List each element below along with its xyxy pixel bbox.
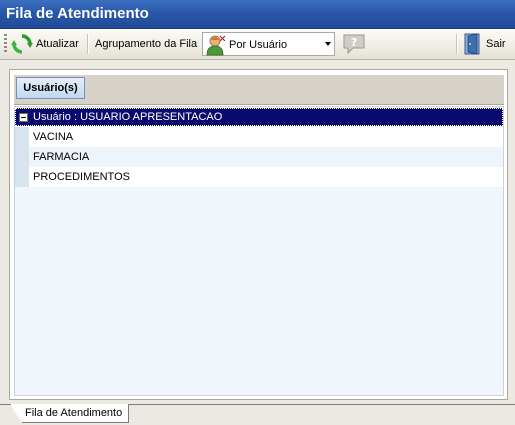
grouping-select[interactable]: Por Usuário bbox=[202, 32, 335, 56]
row-label: PROCEDIMENTOS bbox=[33, 171, 130, 183]
help-speech-bubble-icon: ? bbox=[343, 34, 365, 55]
table-row[interactable]: VACINA bbox=[15, 127, 503, 147]
collapse-icon[interactable] bbox=[19, 112, 28, 122]
row-label: FARMACIA bbox=[33, 151, 90, 163]
help-button[interactable]: ? bbox=[341, 32, 367, 56]
row-label: VACINA bbox=[33, 131, 74, 143]
content-area: Usuário(s) Usuário : USUARIO APRESENTACA… bbox=[0, 60, 515, 404]
window-title: Fila de Atendimento bbox=[6, 5, 149, 22]
window-titlebar: Fila de Atendimento bbox=[0, 0, 515, 29]
grouping-label: Agrupamento da Fila bbox=[95, 38, 198, 50]
toolbar-grip[interactable] bbox=[4, 34, 7, 54]
exit-label: Sair bbox=[486, 38, 506, 50]
group-by-area[interactable]: Usuário(s) bbox=[14, 75, 504, 105]
chevron-down-icon[interactable] bbox=[325, 42, 331, 46]
table-row[interactable]: PROCEDIMENTOS bbox=[15, 167, 503, 187]
group-by-chip-users[interactable]: Usuário(s) bbox=[16, 77, 85, 99]
group-by-chip-label: Usuário(s) bbox=[23, 82, 78, 94]
refresh-button[interactable]: Atualizar bbox=[11, 32, 79, 56]
toolbar-separator bbox=[87, 34, 89, 54]
toolbar-separator bbox=[456, 34, 458, 54]
grouping-select-value: Por Usuário bbox=[229, 39, 288, 51]
group-row-label: Usuário : USUARIO APRESENTACAO bbox=[33, 111, 223, 123]
refresh-label: Atualizar bbox=[36, 38, 79, 50]
user-person-icon bbox=[206, 35, 226, 56]
table-row[interactable]: FARMACIA bbox=[15, 147, 503, 167]
svg-text:?: ? bbox=[351, 36, 357, 49]
queue-panel: Usuário(s) Usuário : USUARIO APRESENTACA… bbox=[9, 69, 508, 400]
group-row[interactable]: Usuário : USUARIO APRESENTACAO bbox=[15, 108, 503, 126]
refresh-arrows-icon bbox=[11, 34, 33, 54]
bottom-tab-strip: Fila de Atendimento bbox=[0, 404, 515, 425]
exit-door-icon bbox=[464, 33, 480, 55]
toolbar: Atualizar Agrupamento da Fila Por Usuári… bbox=[0, 29, 515, 60]
exit-button[interactable]: Sair bbox=[463, 32, 506, 56]
tab-label: Fila de Atendimento bbox=[25, 407, 123, 419]
queue-grid[interactable]: Usuário : USUARIO APRESENTACAO VACINA FA… bbox=[14, 106, 504, 396]
tab-fila-de-atendimento[interactable]: Fila de Atendimento bbox=[10, 404, 130, 423]
